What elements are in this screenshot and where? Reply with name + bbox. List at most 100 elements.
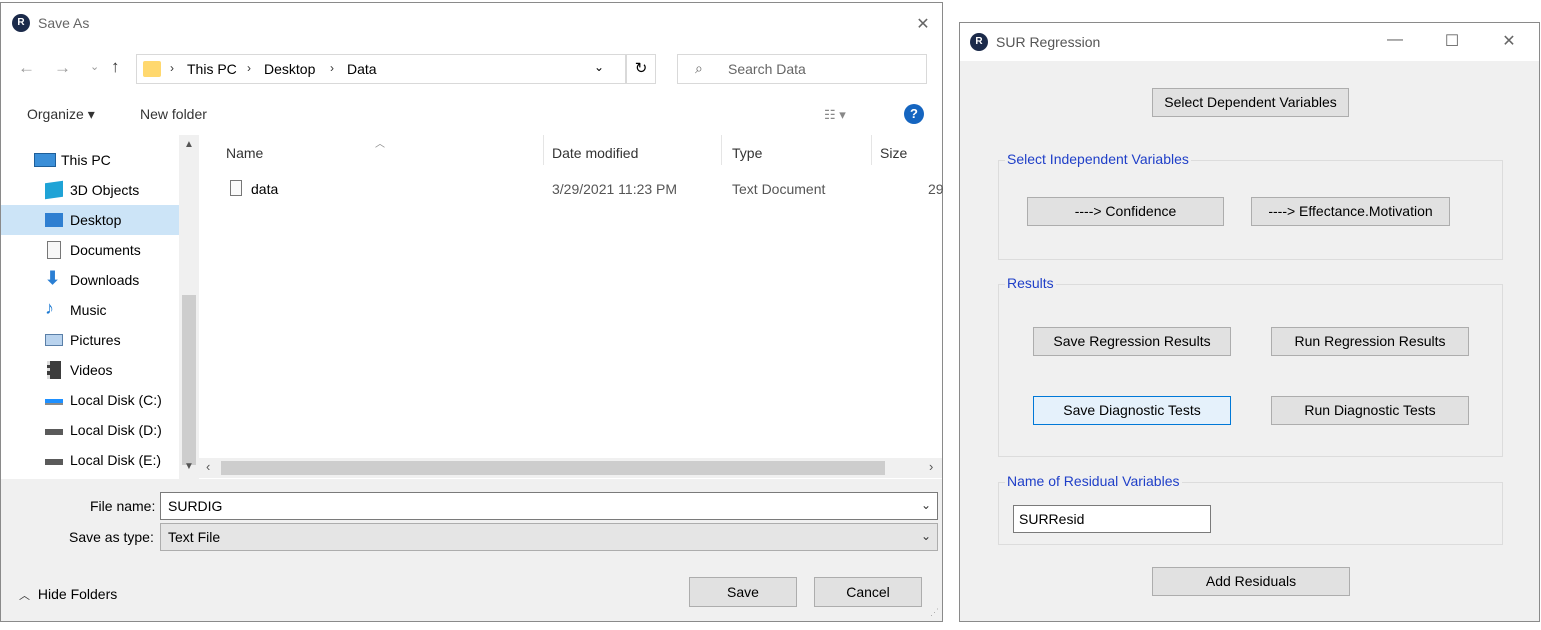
forward-arrow-icon[interactable]: → [54,58,71,78]
address-dropdown-icon[interactable]: ⌄ [594,60,604,74]
horizontal-scrollbar-thumb[interactable] [221,461,885,475]
scroll-right-icon[interactable]: › [929,459,933,474]
help-icon[interactable]: ? [904,104,924,124]
nav-item-label: Local Disk (D:) [70,422,162,438]
folder-icon [143,61,161,77]
independent-variables-title: Select Independent Variables [1005,151,1191,167]
scroll-down-icon[interactable]: ▼ [184,461,194,472]
hide-folders-label: Hide Folders [37,586,118,602]
effectance-motivation-button[interactable]: ----> Effectance.Motivation [1251,197,1450,226]
up-arrow-icon[interactable]: ↑ [111,57,120,77]
window-title: Save As [38,15,90,31]
cancel-button[interactable]: Cancel [814,577,922,607]
nav-item-desktop[interactable]: Desktop [1,205,179,235]
nav-item-label: Pictures [70,332,121,348]
select-dependent-variables-button[interactable]: Select Dependent Variables [1152,88,1349,117]
nav-item-this-pc[interactable]: This PC [1,145,179,175]
run-regression-results-button[interactable]: Run Regression Results [1271,327,1469,356]
close-icon[interactable]: ✕ [911,14,935,34]
new-folder-button[interactable]: New folder [140,106,207,122]
column-header-name[interactable]: Name [226,145,263,161]
file-name: data [251,181,279,197]
drive-icon [45,459,63,465]
column-header-type[interactable]: Type [732,145,762,161]
file-name-value: SURDIG [168,498,223,514]
minimize-icon[interactable]: — [1385,31,1405,49]
results-group [998,284,1503,457]
add-residuals-button[interactable]: Add Residuals [1152,567,1350,596]
nav-item-label: Desktop [70,212,122,228]
column-header-date[interactable]: Date modified [552,145,638,161]
title-bar[interactable]: R Save As ✕ [1,3,942,45]
download-arrow-icon: ⬇ [45,268,61,288]
address-bar[interactable]: › This PC › Desktop › Data ⌄ [136,54,626,84]
save-diagnostic-tests-button[interactable]: Save Diagnostic Tests [1033,396,1231,425]
search-placeholder: Search Data [728,61,806,77]
back-arrow-icon[interactable]: ← [18,58,35,78]
column-header-size[interactable]: Size [880,145,907,161]
save-regression-results-button[interactable]: Save Regression Results [1033,327,1231,356]
search-icon: ⌕ [695,60,703,76]
nav-item-local-disk-e[interactable]: Local Disk (E:) [1,445,179,475]
sur-regression-window: R SUR Regression — ☐ ✕ Select Dependent … [959,22,1540,622]
search-input[interactable]: ⌕ Search Data [677,54,927,84]
close-icon[interactable]: ✕ [1499,31,1519,51]
save-type-select[interactable]: Text File ⌄ [160,523,938,551]
nav-item-label: 3D Objects [70,182,140,198]
breadcrumb-this-pc[interactable]: This PC [187,61,237,77]
nav-item-label: Local Disk (E:) [70,452,162,468]
results-title: Results [1005,275,1056,291]
residual-variables-title: Name of Residual Variables [1005,473,1182,489]
file-name-input[interactable]: SURDIG ⌄ [160,492,938,520]
computer-icon [34,153,56,167]
nav-item-pictures[interactable]: Pictures [1,325,179,355]
nav-item-label: Downloads [70,272,140,288]
nav-item-videos[interactable]: Videos [1,355,179,385]
maximize-icon[interactable]: ☐ [1442,31,1462,51]
nav-item-downloads[interactable]: ⬇ Downloads [1,265,179,295]
scroll-left-icon[interactable]: ‹ [206,459,210,474]
window-title: SUR Regression [996,34,1101,50]
resize-grip-icon[interactable]: ⋰ [930,607,939,618]
nav-item-label: Music [70,302,107,318]
organize-menu-button[interactable]: Organize ▾ [27,106,95,123]
nav-item-documents[interactable]: Documents [1,235,179,265]
file-list-horizontal-scrollbar[interactable]: ‹ › [199,458,942,478]
file-type: Text Document [732,181,826,197]
chevron-down-icon[interactable]: ⌄ [921,498,931,512]
view-options-icon[interactable]: ☷ ▾ [824,107,846,123]
chevron-down-icon[interactable]: ⌄ [921,529,931,543]
recent-chevron-icon[interactable]: ⌄ [90,60,99,73]
file-name-label: File name: [90,498,156,514]
column-separator [721,135,722,165]
nav-scrollbar[interactable]: ▲ ▼ [179,135,199,479]
run-diagnostic-tests-button[interactable]: Run Diagnostic Tests [1271,396,1469,425]
nav-item-music[interactable]: ♪ Music [1,295,179,325]
nav-item-3d-objects[interactable]: 3D Objects [1,175,179,205]
save-button[interactable]: Save [689,577,797,607]
nav-item-label: Documents [70,242,141,258]
residual-name-input[interactable]: SURResid [1013,505,1211,533]
scroll-up-icon[interactable]: ▲ [184,139,194,150]
text-file-icon [230,180,242,196]
column-separator [871,135,872,165]
residual-name-value: SURResid [1019,511,1085,527]
file-row[interactable]: data 3/29/2021 11:23 PM Text Document 29 [199,175,944,203]
file-size: 29 [928,181,944,197]
breadcrumb-desktop[interactable]: Desktop [264,61,315,77]
nav-item-local-disk-c[interactable]: Local Disk (C:) [1,385,179,415]
windows-drive-icon [45,399,63,405]
confidence-button[interactable]: ----> Confidence [1027,197,1224,226]
hide-folders-toggle[interactable]: ︿ Hide Folders [19,586,117,603]
sort-up-icon: ︿ [375,139,385,150]
nav-item-local-disk-d[interactable]: Local Disk (D:) [1,415,179,445]
breadcrumb-data[interactable]: Data [347,61,377,77]
nav-scrollbar-thumb[interactable] [182,295,196,465]
film-icon [47,361,61,379]
drive-icon [45,429,63,435]
refresh-icon[interactable]: ↻ [626,54,656,84]
title-bar[interactable]: R SUR Regression — ☐ ✕ [960,23,1539,61]
command-bar: Organize ▾ New folder ☷ ▾ ? [1,95,942,135]
breadcrumb-separator-icon: › [330,61,334,75]
app-logo-icon: R [970,33,988,51]
